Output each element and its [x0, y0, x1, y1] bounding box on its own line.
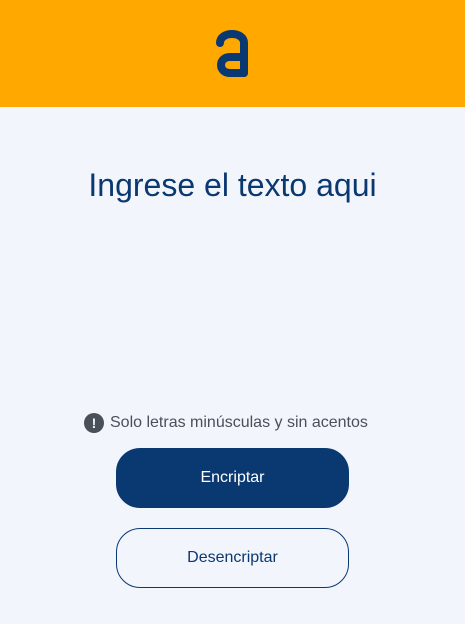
hint-text: Solo letras minúsculas y sin acentos: [110, 414, 368, 431]
input-hint: ! Solo letras minúsculas y sin acentos: [84, 412, 368, 434]
text-input[interactable]: [30, 155, 435, 385]
header-bar: [0, 0, 465, 107]
alura-logo-icon[interactable]: [212, 27, 252, 79]
encrypt-button[interactable]: Encriptar: [116, 448, 349, 508]
decrypt-button[interactable]: Desencriptar: [116, 528, 349, 588]
exclamation-circle-icon: !: [84, 413, 104, 433]
